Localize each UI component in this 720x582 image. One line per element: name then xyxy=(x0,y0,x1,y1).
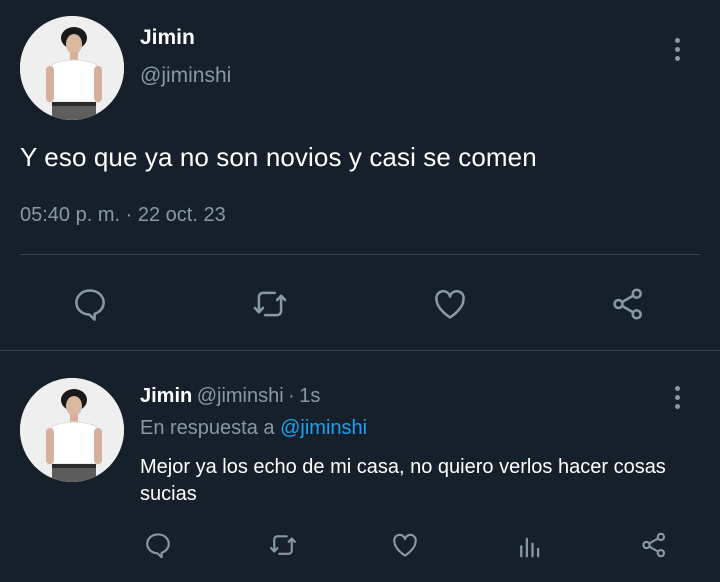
meta-separator: · xyxy=(125,204,133,226)
like-icon xyxy=(393,533,417,557)
author-handle[interactable]: @jiminshi xyxy=(140,64,231,88)
reply-icon xyxy=(75,289,105,321)
share-icon xyxy=(642,532,666,558)
meta-separator: · xyxy=(288,385,295,407)
retweet-icon xyxy=(270,535,296,555)
retweet-button[interactable] xyxy=(264,527,302,563)
share-icon xyxy=(613,288,642,320)
tweet-date: 22 oct. 23 xyxy=(137,204,226,226)
reply-author-name[interactable]: Jimin xyxy=(140,385,192,407)
more-options-icon[interactable] xyxy=(675,386,680,413)
author-name[interactable]: Jimin xyxy=(140,26,195,50)
avatar[interactable] xyxy=(20,16,124,120)
reply-header: Jimin @jiminshi · 1s xyxy=(140,385,320,408)
avatar-photo xyxy=(20,16,124,120)
tweet-timestamp: 05:40 p. m. · 22 oct. 23 xyxy=(20,204,226,227)
more-options-icon[interactable] xyxy=(675,38,680,65)
analytics-button[interactable] xyxy=(512,527,548,563)
like-button[interactable] xyxy=(387,527,423,563)
retweet-icon xyxy=(253,291,287,317)
reply-button[interactable] xyxy=(68,282,112,326)
avatar-photo xyxy=(20,378,124,482)
like-button[interactable] xyxy=(428,282,472,326)
share-button[interactable] xyxy=(636,527,672,563)
replying-to: En respuesta a @jiminshi xyxy=(140,417,367,440)
analytics-icon xyxy=(520,537,540,558)
reply-button[interactable] xyxy=(140,527,176,563)
replying-prefix: En respuesta a xyxy=(140,417,275,439)
reply-text: Mejor ya los echo de mi casa, no quiero … xyxy=(140,456,666,505)
divider xyxy=(20,254,700,255)
divider xyxy=(0,350,720,351)
tweet-text: Y eso que ya no son novios y casi se com… xyxy=(20,142,537,172)
share-button[interactable] xyxy=(606,282,650,326)
reply-avatar[interactable] xyxy=(20,378,124,482)
reply-author-handle[interactable]: @jiminshi xyxy=(197,385,284,407)
reply-age: 1s xyxy=(299,385,321,407)
like-icon xyxy=(435,289,465,319)
replying-handle-link[interactable]: @jiminshi xyxy=(280,417,367,439)
reply-icon xyxy=(146,533,170,559)
retweet-button[interactable] xyxy=(246,282,294,326)
tweet-time: 05:40 p. m. xyxy=(20,204,121,226)
